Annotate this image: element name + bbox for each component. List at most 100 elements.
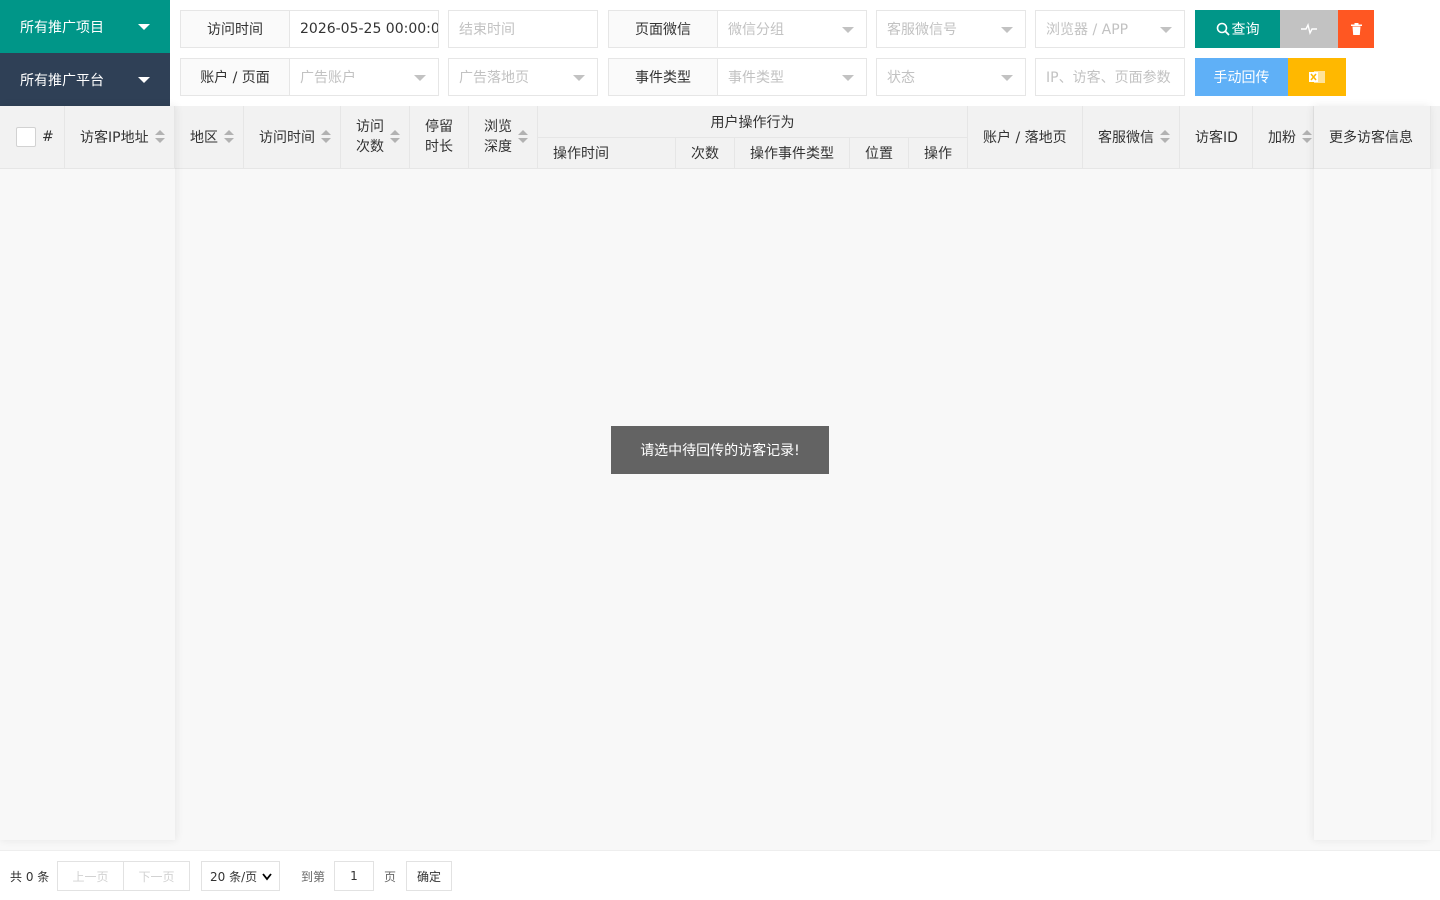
col-select: # <box>0 106 65 169</box>
col-add-fans-label: 加粉 <box>1268 130 1296 146</box>
wechat-group-select[interactable]: 微信分组 <box>717 10 867 48</box>
table-header: 地区 访问时间 访问次数 停留时长 浏览深度 用户操作行为 操作时间 次数 操作… <box>0 106 1440 169</box>
ad-account-select[interactable]: 广告账户 <box>289 58 439 96</box>
chevron-down-icon <box>1001 27 1013 33</box>
col-op-time: 操作时间 <box>538 138 676 169</box>
col-stay-line1: 停留 <box>425 119 453 135</box>
start-time-input[interactable]: 2026-05-25 00:00:00 <box>289 10 439 48</box>
status-placeholder: 状态 <box>887 70 915 86</box>
browser-placeholder: 浏览器 / APP <box>1046 22 1129 38</box>
visit-time-label: 访问时间 <box>180 10 290 48</box>
col-stay-duration-label: 停留 时长 <box>425 117 453 157</box>
prev-page-button[interactable]: 上一页 <box>57 861 124 891</box>
event-type-placeholder: 事件类型 <box>728 70 784 86</box>
trash-icon <box>1350 23 1362 35</box>
col-add-fans[interactable]: 加粉 <box>1253 106 1314 169</box>
col-stay-duration: 停留 时长 <box>410 106 469 169</box>
page-size-value: 20 条/页 <box>210 869 258 884</box>
excel-icon <box>1309 71 1325 83</box>
ad-landing-select[interactable]: 广告落地页 <box>448 58 598 96</box>
project-selector[interactable]: 所有推广项目 <box>0 0 170 53</box>
col-visit-count-label: 访问 次数 <box>356 117 384 157</box>
page-confirm-button[interactable]: 确定 <box>406 861 452 891</box>
col-visitor-id: 访客ID <box>1180 106 1253 169</box>
sort-icon[interactable] <box>321 130 331 144</box>
col-op-event-type: 操作事件类型 <box>735 138 850 169</box>
pulse-button[interactable] <box>1280 10 1338 48</box>
status-select[interactable]: 状态 <box>876 58 1026 96</box>
excel-export-button[interactable] <box>1288 58 1346 96</box>
col-depth-line1: 浏览 <box>484 119 512 135</box>
page-number-input[interactable]: 1 <box>334 861 374 891</box>
ad-account-placeholder: 广告账户 <box>300 70 356 86</box>
col-visit-count-line2: 次数 <box>356 139 384 155</box>
col-group-user-behavior: 用户操作行为 <box>538 106 968 138</box>
chevron-down-icon <box>842 75 854 81</box>
col-stay-line2: 时长 <box>425 139 453 155</box>
chevron-down-icon <box>573 75 585 81</box>
col-visit-time[interactable]: 访问时间 <box>244 106 341 169</box>
col-browse-depth-label: 浏览 深度 <box>484 117 512 157</box>
col-op-position: 位置 <box>850 138 909 169</box>
sort-icon[interactable] <box>1160 130 1170 144</box>
col-visit-count-line1: 访问 <box>356 119 384 135</box>
project-selector-label: 所有推广项目 <box>20 19 104 36</box>
select-all-checkbox[interactable] <box>16 127 36 147</box>
visitor-table: 地区 访问时间 访问次数 停留时长 浏览深度 用户操作行为 操作时间 次数 操作… <box>0 106 1440 850</box>
event-type-select[interactable]: 事件类型 <box>717 58 867 96</box>
service-wechat-select[interactable]: 客服微信号 <box>876 10 1026 48</box>
chevron-down-icon <box>262 873 272 881</box>
chevron-down-icon <box>138 76 150 83</box>
col-visit-count[interactable]: 访问 次数 <box>341 106 410 169</box>
col-region-label: 地区 <box>190 130 218 146</box>
pulse-icon <box>1301 23 1317 35</box>
fixed-left-columns: # 访客IP地址 <box>0 106 175 840</box>
toast-message: 请选中待回传的访客记录! <box>611 426 829 474</box>
fixed-right-columns: 更多访客信息 <box>1314 106 1431 840</box>
sort-icon[interactable] <box>390 130 400 144</box>
platform-selector-label: 所有推广平台 <box>20 72 104 89</box>
pager-total: 共 0 条 <box>10 869 50 884</box>
sort-icon[interactable] <box>518 130 528 144</box>
sort-icon[interactable] <box>154 130 165 144</box>
ad-landing-placeholder: 广告落地页 <box>459 70 529 86</box>
sort-icon[interactable] <box>1302 130 1312 144</box>
col-service-wechat[interactable]: 客服微信 <box>1083 106 1180 169</box>
next-page-button[interactable]: 下一页 <box>123 861 190 891</box>
col-op-count: 次数 <box>676 138 735 169</box>
col-region[interactable]: 地区 <box>175 106 244 169</box>
goto-label: 到第 <box>301 869 326 884</box>
chevron-down-icon <box>1001 75 1013 81</box>
chevron-down-icon <box>138 23 150 30</box>
service-wechat-placeholder: 客服微信号 <box>887 22 957 38</box>
col-visit-time-label: 访问时间 <box>259 130 315 146</box>
chevron-down-icon <box>842 27 854 33</box>
col-index-label: # <box>42 129 54 145</box>
search-icon <box>1216 22 1230 36</box>
page-wechat-label: 页面微信 <box>608 10 718 48</box>
chevron-down-icon <box>414 75 426 81</box>
col-depth-line2: 深度 <box>484 139 512 155</box>
query-button[interactable]: 查询 <box>1195 10 1280 48</box>
account-page-label: 账户 / 页面 <box>180 58 290 96</box>
event-type-label: 事件类型 <box>608 58 718 96</box>
browser-select[interactable]: 浏览器 / APP <box>1035 10 1185 48</box>
col-op-action: 操作 <box>909 138 968 169</box>
page-unit-label: 页 <box>384 869 397 884</box>
pagination: 共 0 条 上一页 下一页 20 条/页 到第 1 页 确定 <box>0 850 1440 900</box>
col-more-info: 更多访客信息 <box>1314 106 1431 169</box>
col-visitor-ip[interactable]: 访客IP地址 <box>65 106 175 169</box>
col-account-landing: 账户 / 落地页 <box>968 106 1083 169</box>
chevron-down-icon <box>1160 27 1172 33</box>
col-service-wechat-label: 客服微信 <box>1098 130 1154 146</box>
search-input[interactable]: IP、访客、页面参数 <box>1035 58 1185 96</box>
manual-postback-button[interactable]: 手动回传 <box>1195 58 1288 96</box>
col-visitor-ip-label: 访客IP地址 <box>80 130 149 146</box>
platform-selector[interactable]: 所有推广平台 <box>0 53 170 106</box>
page-size-select[interactable]: 20 条/页 <box>201 861 280 891</box>
wechat-group-placeholder: 微信分组 <box>728 22 784 38</box>
col-browse-depth[interactable]: 浏览 深度 <box>469 106 538 169</box>
end-time-input[interactable]: 结束时间 <box>448 10 598 48</box>
delete-button[interactable] <box>1338 10 1374 48</box>
sort-icon[interactable] <box>224 130 234 144</box>
